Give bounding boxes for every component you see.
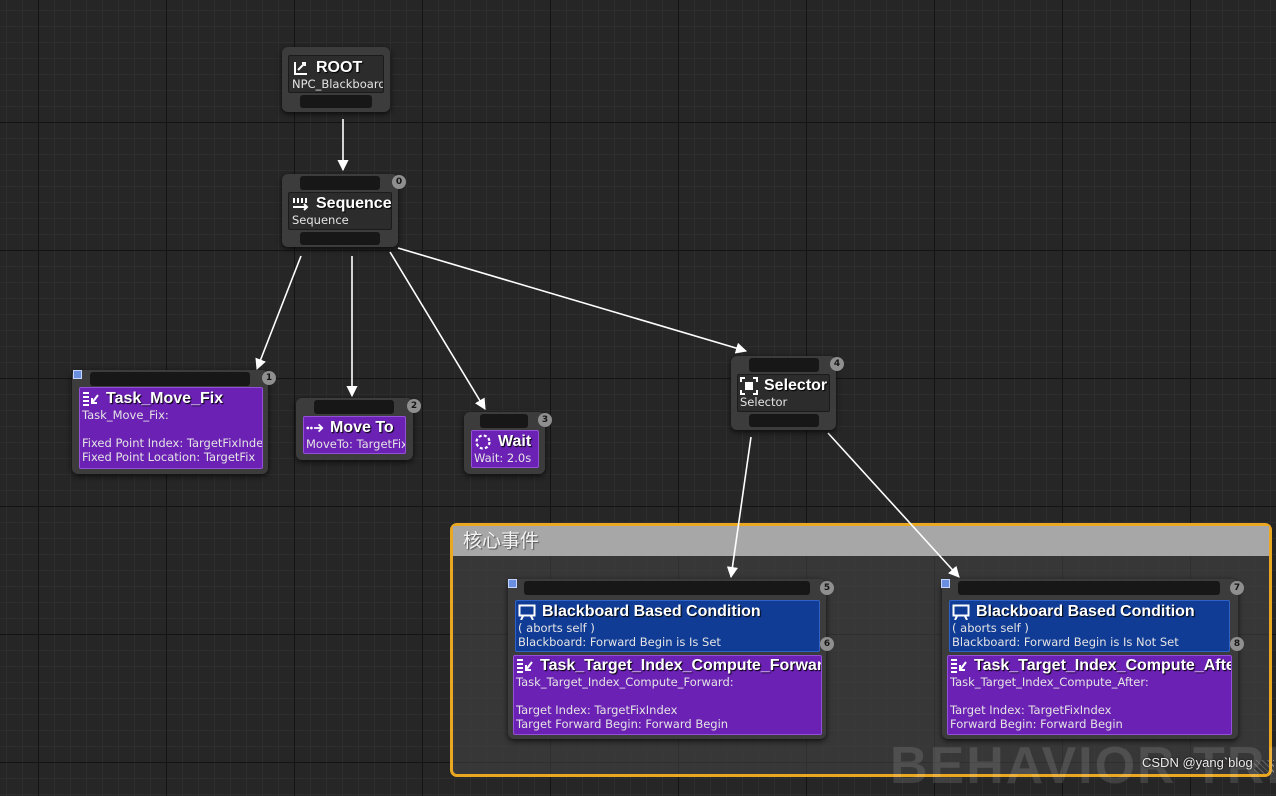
right-task[interactable]: Task_Target_Index_Compute_After Task_Tar…	[947, 655, 1232, 735]
sequence-index-badge: 0	[392, 175, 406, 189]
left-group-index-badge: 5	[820, 581, 834, 595]
breakpoint-marker	[941, 579, 950, 588]
task-icon	[516, 658, 534, 674]
left-task-line	[516, 689, 821, 703]
right-decorator-line: ( aborts self )	[952, 621, 1029, 635]
left-task-group-node[interactable]: Blackboard Based Condition ( aborts self…	[508, 579, 826, 739]
root-node[interactable]: ROOT NPC_Blackboard	[282, 47, 390, 112]
left-decorator-index-badge: 6	[820, 637, 834, 651]
task-move-fix-title: Task_Move_Fix	[106, 390, 224, 407]
move-to-input-pin[interactable]	[314, 400, 394, 414]
right-decorator-title: Blackboard Based Condition	[976, 603, 1195, 620]
task-move-fix-line	[82, 422, 262, 436]
task-move-fix-index-badge: 1	[262, 371, 276, 385]
selector-icon	[740, 376, 758, 395]
task-move-fix-input-pin[interactable]	[90, 372, 250, 386]
root-output-pin[interactable]	[300, 95, 372, 108]
sequence-subtitle: Sequence	[292, 213, 349, 227]
right-task-line: Target Index: TargetFixIndex	[950, 703, 1112, 717]
move-to-icon	[306, 420, 324, 436]
sequence-title: Sequence	[316, 195, 392, 212]
task-move-fix-line: Fixed Point Index: TargetFixIndex	[82, 436, 263, 450]
selector-index-badge: 4	[830, 357, 844, 371]
left-task-title: Task_Target_Index_Compute_Forward	[540, 657, 822, 674]
left-decorator-line: Blackboard: Forward Begin is Is Set	[518, 635, 721, 649]
left-task-line: Target Forward Begin: Forward Begin	[516, 717, 729, 731]
right-task-line: Forward Begin: Forward Begin	[950, 717, 1123, 731]
edge-sequence-wait	[389, 251, 486, 410]
task-icon	[950, 658, 968, 674]
task-move-fix-line: Task_Move_Fix:	[82, 408, 169, 422]
root-subtitle: NPC_Blackboard	[292, 77, 384, 91]
right-task-line: Task_Target_Index_Compute_After:	[950, 675, 1149, 689]
right-decorator-line: Blackboard: Forward Begin is Is Not Set	[952, 635, 1179, 649]
root-title: ROOT	[316, 59, 363, 76]
right-group-input-pin[interactable]	[958, 581, 1220, 595]
task-move-fix-node[interactable]: Task_Move_Fix Task_Move_Fix: Fixed Point…	[72, 370, 268, 474]
move-to-title: Move To	[330, 419, 394, 436]
right-decorator-index-badge: 8	[1230, 637, 1244, 651]
left-decorator-title: Blackboard Based Condition	[542, 603, 761, 620]
task-move-fix-line: Fixed Point Location: TargetFix	[82, 450, 256, 464]
root-icon	[292, 60, 310, 76]
sequence-output-pin[interactable]	[300, 232, 380, 245]
wait-icon	[474, 433, 492, 450]
sequence-icon	[292, 196, 310, 212]
edge-sequence-selector	[397, 247, 748, 354]
sequence-node[interactable]: Sequence Sequence	[282, 174, 398, 247]
move-to-node[interactable]: Move To MoveTo: TargetFix	[296, 398, 413, 460]
sequence-input-pin[interactable]	[300, 176, 380, 190]
selector-input-pin[interactable]	[749, 358, 819, 372]
selector-output-pin[interactable]	[749, 414, 819, 427]
left-decorator-line: ( aborts self )	[518, 621, 595, 635]
left-decorator[interactable]: Blackboard Based Condition ( aborts self…	[515, 600, 820, 652]
blackboard-icon	[518, 604, 536, 620]
move-to-subtitle: MoveTo: TargetFix	[306, 437, 406, 451]
wait-input-pin[interactable]	[480, 414, 528, 428]
blackboard-icon	[952, 604, 970, 620]
left-group-input-pin[interactable]	[524, 581, 810, 595]
move-to-index-badge: 2	[407, 399, 421, 413]
csdn-credit: CSDN @yang`blog	[1142, 755, 1253, 770]
wait-index-badge: 3	[538, 413, 552, 427]
comment-title[interactable]: 核心事件	[453, 526, 1269, 556]
selector-node[interactable]: Selector Selector	[731, 356, 836, 430]
wait-subtitle: Wait: 2.0s	[474, 451, 532, 465]
breakpoint-marker	[73, 370, 82, 379]
wait-node[interactable]: Wait Wait: 2.0s	[464, 412, 545, 474]
left-task[interactable]: Task_Target_Index_Compute_Forward Task_T…	[513, 655, 822, 735]
edge-sequence-task-move-fix	[255, 255, 302, 371]
left-task-line: Target Index: TargetFixIndex	[516, 703, 678, 717]
left-task-line: Task_Target_Index_Compute_Forward:	[516, 675, 734, 689]
right-task-title: Task_Target_Index_Compute_After	[974, 657, 1232, 674]
wait-title: Wait	[498, 433, 532, 450]
breakpoint-marker	[508, 579, 517, 588]
selector-subtitle: Selector	[740, 395, 788, 409]
right-task-line	[950, 689, 1231, 703]
right-group-index-badge: 7	[1230, 581, 1244, 595]
task-icon	[82, 391, 100, 407]
selector-title: Selector	[764, 377, 828, 394]
right-decorator[interactable]: Blackboard Based Condition ( aborts self…	[949, 600, 1230, 652]
right-task-group-node[interactable]: Blackboard Based Condition ( aborts self…	[942, 579, 1238, 739]
